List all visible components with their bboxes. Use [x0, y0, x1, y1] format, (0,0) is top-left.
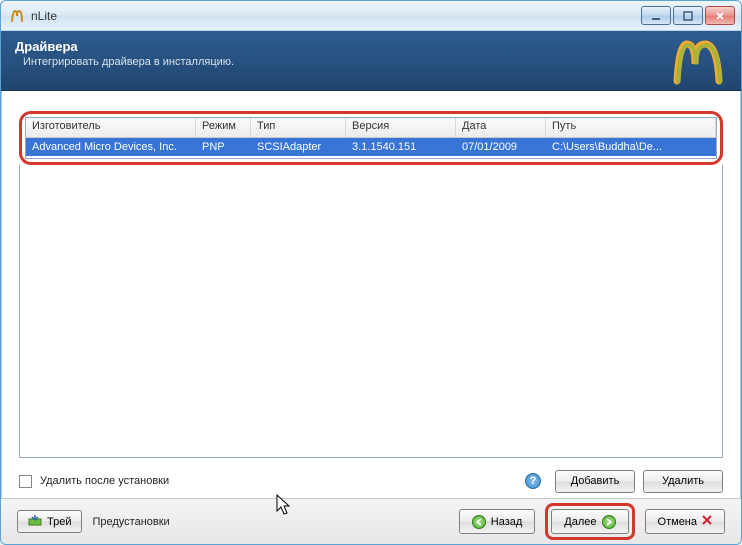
- next-label: Далее: [564, 516, 596, 528]
- col-path[interactable]: Путь: [546, 118, 716, 137]
- presets-link[interactable]: Предустановки: [92, 516, 169, 528]
- arrow-right-icon: [602, 515, 616, 529]
- cell-type: SCSIAdapter: [251, 141, 346, 153]
- back-button[interactable]: Назад: [459, 509, 536, 534]
- add-button[interactable]: Добавить: [555, 470, 635, 493]
- col-version[interactable]: Версия: [346, 118, 456, 137]
- close-button[interactable]: [705, 6, 735, 25]
- help-icon[interactable]: ?: [525, 473, 541, 489]
- table-empty-area[interactable]: [19, 165, 723, 458]
- cell-maker: Advanced Micro Devices, Inc.: [26, 141, 196, 153]
- delete-after-install-checkbox[interactable]: [19, 475, 32, 488]
- arrow-left-icon: [472, 515, 486, 529]
- col-mode[interactable]: Режим: [196, 118, 251, 137]
- window-title: nLite: [31, 9, 641, 23]
- nlite-logo-icon: [667, 36, 727, 86]
- tray-icon: [28, 514, 42, 529]
- col-type[interactable]: Тип: [251, 118, 346, 137]
- footer: Трей Предустановки Назад Далее Отмена: [1, 498, 741, 544]
- cell-version: 3.1.1540.151: [346, 141, 456, 153]
- col-date[interactable]: Дата: [456, 118, 546, 137]
- tray-label: Трей: [47, 516, 71, 528]
- cell-mode: PNP: [196, 141, 251, 153]
- next-button-highlight: Далее: [545, 503, 634, 540]
- table-header: Изготовитель Режим Тип Версия Дата Путь: [26, 118, 716, 138]
- cell-date: 07/01/2009: [456, 141, 546, 153]
- options-row: Удалить после установки ? Добавить Удали…: [19, 468, 723, 494]
- col-maker[interactable]: Изготовитель: [26, 118, 196, 137]
- maximize-button[interactable]: [673, 6, 703, 25]
- titlebar[interactable]: nLite: [1, 1, 741, 31]
- back-label: Назад: [491, 516, 523, 528]
- content-area: Изготовитель Режим Тип Версия Дата Путь …: [1, 91, 741, 498]
- driver-list-highlight: Изготовитель Режим Тип Версия Дата Путь …: [19, 111, 723, 165]
- page-title: Драйвера: [15, 39, 727, 54]
- delete-after-install-label: Удалить после установки: [40, 475, 169, 487]
- cancel-button[interactable]: Отмена: [645, 509, 725, 534]
- tray-button[interactable]: Трей: [17, 510, 82, 533]
- page-header: Драйвера Интегрировать драйвера в инстал…: [1, 31, 741, 91]
- cell-path: C:\Users\Buddha\De...: [546, 141, 716, 153]
- minimize-button[interactable]: [641, 6, 671, 25]
- app-icon: [9, 8, 25, 24]
- next-button[interactable]: Далее: [551, 509, 628, 534]
- add-button-label: Добавить: [571, 475, 620, 487]
- table-row[interactable]: Advanced Micro Devices, Inc. PNP SCSIAda…: [26, 138, 716, 156]
- cancel-label: Отмена: [658, 516, 697, 528]
- nlite-window: nLite Драйвера Интегрировать драйвера в …: [0, 0, 742, 545]
- remove-button[interactable]: Удалить: [643, 470, 723, 493]
- remove-button-label: Удалить: [662, 475, 704, 487]
- page-subtitle: Интегрировать драйвера в инсталляцию.: [15, 56, 727, 68]
- cancel-x-icon: [702, 515, 712, 528]
